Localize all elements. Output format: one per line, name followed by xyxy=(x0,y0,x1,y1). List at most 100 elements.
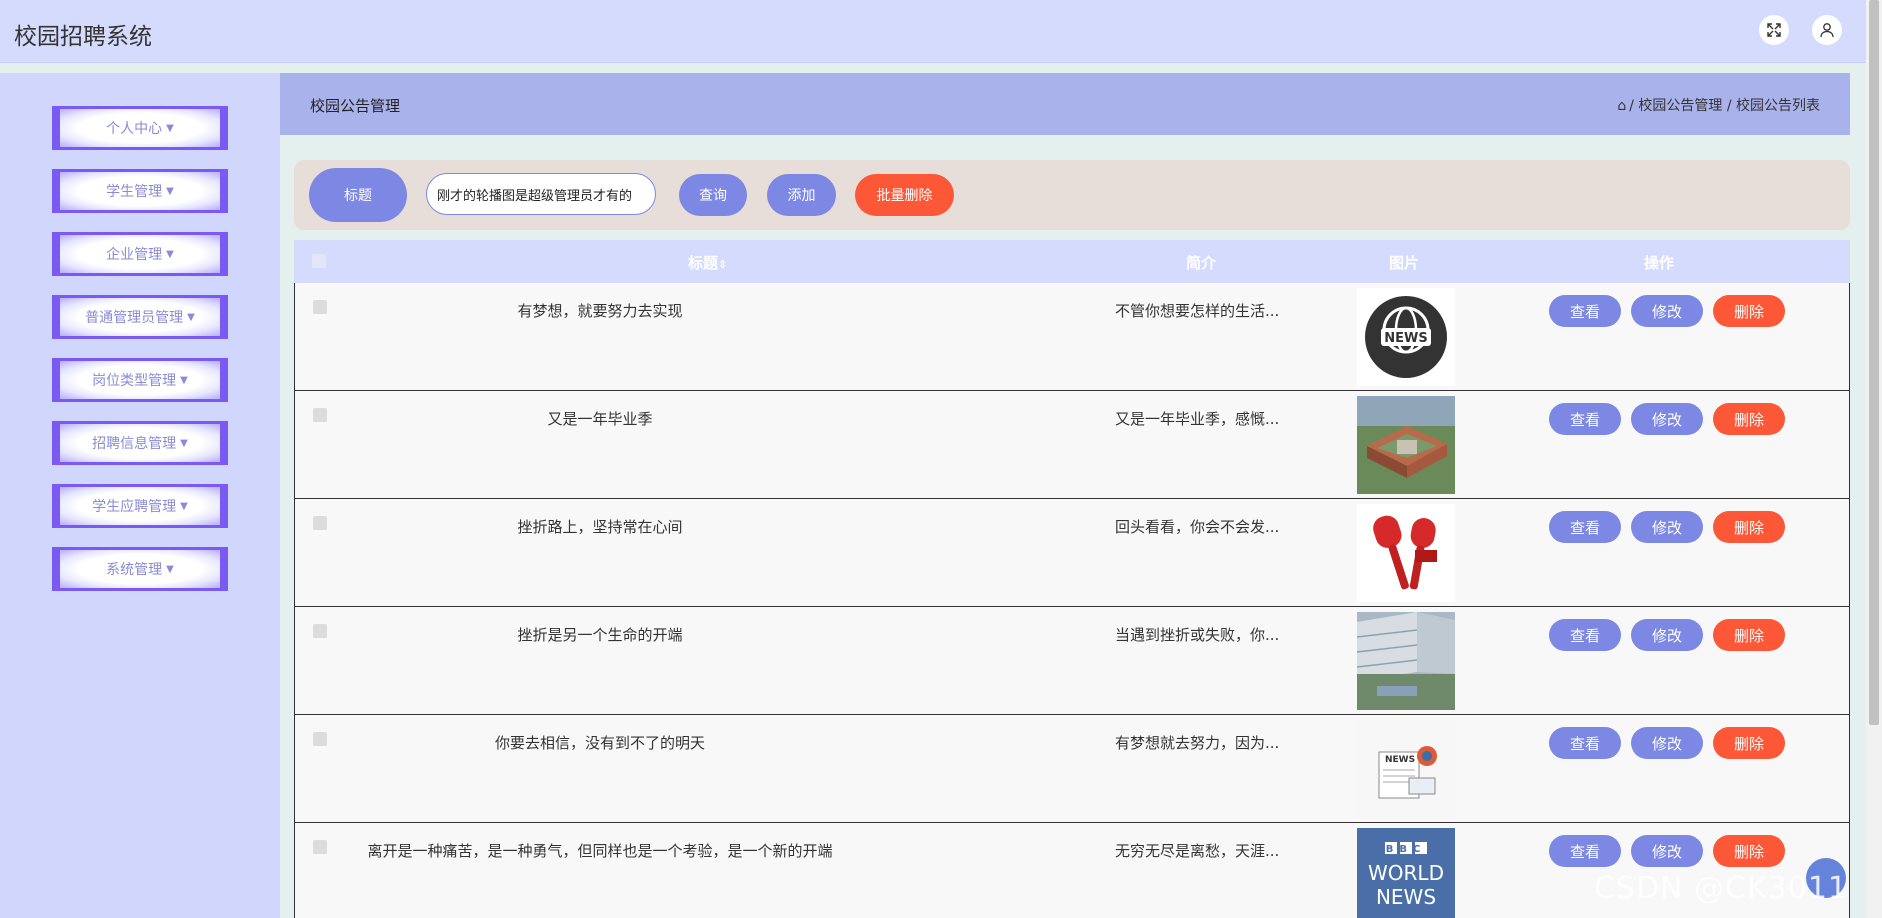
campus-courtyard-photo xyxy=(1357,612,1455,710)
edit-button[interactable]: 修改 xyxy=(1631,403,1703,435)
breadcrumb-path-text[interactable]: / 校园公告管理 / 校园公告列表 xyxy=(1629,98,1820,114)
sidebar-item-personal-center[interactable]: 个人中心 ▼ xyxy=(52,106,228,150)
user-icon-svg xyxy=(1820,23,1834,38)
news-globe-svg: NEWS xyxy=(1365,296,1447,378)
bbc-world-news-logo: BBC WORLD NEWS xyxy=(1357,828,1455,918)
news-globe-icon: NEWS xyxy=(1357,288,1455,386)
sidebar-item-recruitment-info[interactable]: 招聘信息管理 ▼ xyxy=(52,421,228,465)
sidebar-item-label: 系统管理 xyxy=(106,562,163,578)
edit-button[interactable]: 修改 xyxy=(1631,295,1703,327)
row-checkbox[interactable] xyxy=(313,732,327,746)
row-checkbox[interactable] xyxy=(313,840,327,854)
row-title: 离开是一种痛苦，是一种勇气，但同样也是一个考验，是一个新的开端 xyxy=(367,842,833,860)
row-title: 你要去相信，没有到不了的明天 xyxy=(494,734,705,752)
user-icon[interactable] xyxy=(1812,15,1842,45)
sidebar-item-label: 普通管理员管理 xyxy=(85,310,184,326)
row-checkbox[interactable] xyxy=(313,300,327,314)
home-icon[interactable]: ⌂ xyxy=(1617,98,1626,114)
header-actions: 操作 xyxy=(1644,254,1675,272)
sidebar-item-students[interactable]: 学生管理 ▼ xyxy=(52,169,228,213)
breadcrumb-path: ⌂ / 校园公告管理 / 校园公告列表 xyxy=(1617,95,1820,115)
caret-down-icon: ▼ xyxy=(166,185,174,197)
page-scrollbar[interactable] xyxy=(1866,0,1882,918)
sidebar-item-label: 学生应聘管理 xyxy=(92,499,177,515)
row-intro: 无穷无尽是离愁，天涯... xyxy=(1115,842,1280,860)
caret-down-icon: ▼ xyxy=(166,122,174,134)
row-intro: 当遇到挫折或失败，你... xyxy=(1115,626,1280,644)
caret-down-icon: ▼ xyxy=(180,437,188,449)
delete-button[interactable]: 删除 xyxy=(1713,295,1785,327)
sidebar-item-label: 企业管理 xyxy=(106,247,163,263)
delete-button[interactable]: 删除 xyxy=(1713,511,1785,543)
newspaper-svg: NEWS xyxy=(1378,746,1437,799)
expand-icon[interactable] xyxy=(1759,15,1789,45)
bbc-line3: NEWS xyxy=(1376,885,1436,909)
delete-button[interactable]: 删除 xyxy=(1713,403,1785,435)
row-intro: 不管你想要怎样的生活... xyxy=(1115,302,1280,320)
row-checkbox[interactable] xyxy=(313,516,327,530)
header-title-label: 标题 xyxy=(688,254,719,272)
edit-button[interactable]: 修改 xyxy=(1631,727,1703,759)
newspaper-badge-text: NEWS xyxy=(1385,755,1415,765)
edit-button[interactable]: 修改 xyxy=(1631,835,1703,867)
view-button[interactable]: 查看 xyxy=(1549,835,1621,867)
header-title[interactable]: 标题⇕ xyxy=(688,252,727,273)
view-button[interactable]: 查看 xyxy=(1549,511,1621,543)
sidebar-item-system[interactable]: 系统管理 ▼ xyxy=(52,547,228,591)
sidebar-item-inner: 岗位类型管理 ▼ xyxy=(60,361,220,399)
newspaper-illustration: NEWS xyxy=(1357,720,1455,818)
caret-down-icon: ▼ xyxy=(180,374,188,386)
edit-button[interactable]: 修改 xyxy=(1631,511,1703,543)
delete-button[interactable]: 删除 xyxy=(1713,727,1785,759)
delete-button[interactable]: 删除 xyxy=(1713,619,1785,651)
table-row: 有梦想，就要努力去实现 不管你想要怎样的生活... NEWS 查看 修改 删除 xyxy=(294,283,1850,391)
sidebar-item-admins[interactable]: 普通管理员管理 ▼ xyxy=(52,295,228,339)
edit-button[interactable]: 修改 xyxy=(1631,619,1703,651)
sidebar-item-inner: 学生管理 ▼ xyxy=(60,172,220,210)
sidebar-item-applications[interactable]: 学生应聘管理 ▼ xyxy=(52,484,228,528)
view-button[interactable]: 查看 xyxy=(1549,619,1621,651)
search-input[interactable] xyxy=(426,173,656,215)
view-button[interactable]: 查看 xyxy=(1549,295,1621,327)
sidebar-item-inner: 学生应聘管理 ▼ xyxy=(60,487,220,525)
search-bar: 标题 查询 添加 批量删除 xyxy=(294,160,1850,230)
live-microphone-icon xyxy=(1357,504,1455,602)
header-image: 图片 xyxy=(1389,254,1420,272)
campus-building-photo xyxy=(1357,396,1455,494)
row-checkbox[interactable] xyxy=(313,408,327,422)
table-row: 又是一年毕业季 又是一年毕业季，感慨... 查看 修改 删除 xyxy=(294,391,1850,499)
delete-button[interactable]: 删除 xyxy=(1713,835,1785,867)
scrollbar-thumb[interactable] xyxy=(1869,0,1879,725)
bbc-line1: BBC xyxy=(1386,844,1427,855)
table-header: 标题⇕ 简介 图片 操作 xyxy=(294,240,1850,283)
expand-icon-svg xyxy=(1767,23,1781,37)
row-title: 有梦想，就要努力去实现 xyxy=(517,302,683,320)
news-badge-text: NEWS xyxy=(1384,331,1427,346)
caret-down-icon: ▼ xyxy=(166,563,174,575)
search-label: 标题 xyxy=(309,168,407,222)
live-microphone-svg xyxy=(1373,515,1437,590)
select-all-checkbox[interactable] xyxy=(312,254,326,268)
app-title: 校园招聘系统 xyxy=(14,24,152,50)
table-row: 挫折是另一个生命的开端 当遇到挫折或失败，你... 查看 修改 删除 xyxy=(294,607,1850,715)
sidebar-item-label: 岗位类型管理 xyxy=(92,373,177,389)
caret-down-icon: ▼ xyxy=(187,311,195,323)
page-title: 校园公告管理 xyxy=(310,97,401,115)
sidebar-item-companies[interactable]: 企业管理 ▼ xyxy=(52,232,228,276)
header-intro: 简介 xyxy=(1186,254,1217,272)
row-intro: 又是一年毕业季，感慨... xyxy=(1115,410,1280,428)
batch-delete-button[interactable]: 批量删除 xyxy=(855,174,954,216)
view-button[interactable]: 查看 xyxy=(1549,727,1621,759)
query-button[interactable]: 查询 xyxy=(679,174,747,216)
view-button[interactable]: 查看 xyxy=(1549,403,1621,435)
sidebar-item-inner: 企业管理 ▼ xyxy=(60,235,220,273)
row-checkbox[interactable] xyxy=(313,624,327,638)
sidebar-item-job-types[interactable]: 岗位类型管理 ▼ xyxy=(52,358,228,402)
sidebar-item-inner: 招聘信息管理 ▼ xyxy=(60,424,220,462)
row-intro: 回头看看，你会不会发... xyxy=(1115,518,1280,536)
sort-icon[interactable]: ⇕ xyxy=(718,258,727,271)
add-button[interactable]: 添加 xyxy=(767,174,836,216)
row-title: 挫折路上，坚持常在心间 xyxy=(517,518,683,536)
row-intro: 有梦想就去努力，因为... xyxy=(1115,734,1280,752)
sidebar-item-label: 学生管理 xyxy=(106,184,163,200)
